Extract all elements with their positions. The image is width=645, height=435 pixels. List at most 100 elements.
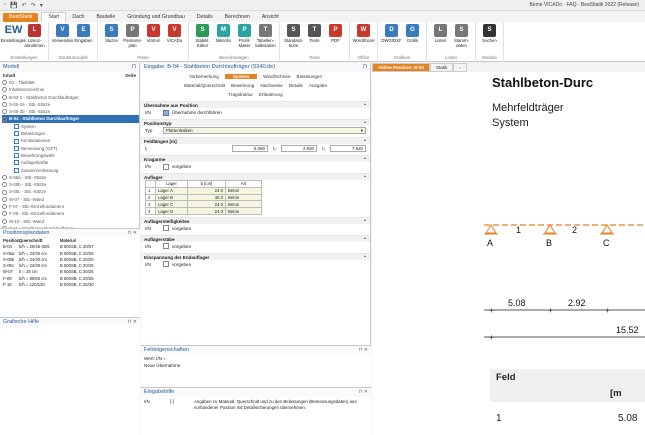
lager-cell[interactable]: 24.0 <box>187 186 226 195</box>
ribbon-button[interactable]: P PDF <box>325 24 346 44</box>
tree-item[interactable]: Auflagerkräfte <box>2 159 139 166</box>
l2-input[interactable]: 2.920 <box>281 145 317 152</box>
section-feldlaengen[interactable]: Feldlängen [m] ⌃ <box>141 137 370 144</box>
input-tab[interactable]: Tragstruktur <box>228 92 253 97</box>
close-icon[interactable]: ⊓ ✕ <box>128 230 137 237</box>
table-row[interactable]: 2 Lager B 40.0 Beton <box>145 193 262 202</box>
input-tab[interactable]: Nachweise <box>260 83 282 88</box>
steif-checkbox[interactable] <box>163 225 169 232</box>
tree-item[interactable]: S-05a - Stb.-Stütze <box>2 174 139 181</box>
lager-cell[interactable]: 24.0 <box>187 207 226 215</box>
ribbon-button[interactable]: EW Einstellungen <box>1 24 27 44</box>
tree-item[interactable]: Inhaltsverzeichnis <box>2 86 139 93</box>
redo-icon[interactable]: ↷ <box>31 2 36 9</box>
close-icon[interactable]: ⊓ ✕ <box>359 389 368 396</box>
tab-statik[interactable]: Statik <box>429 63 454 72</box>
uebernahme-checkbox[interactable] <box>163 109 169 116</box>
tree-item[interactable]: F-07 - Stb.-Einzelfundament <box>2 203 139 210</box>
tree-item[interactable]: B-04 - Stahlbeton Durchlaufträger <box>2 115 139 123</box>
ribbon-tab[interactable]: Berechnen <box>219 13 256 22</box>
section-kragarme[interactable]: Kragarme ⌃ <box>141 155 370 162</box>
tree-item[interactable]: W-07 - Stb.-Wand <box>2 196 139 203</box>
section-uebernahme[interactable]: Übernahme aus Position ⌃ <box>141 101 370 108</box>
section-einspannung[interactable]: Einspannung der Endauflager ⌃ <box>141 252 370 260</box>
ribbon-button[interactable]: P Profil-Maker <box>234 24 255 48</box>
lager-cell[interactable]: Lager B <box>155 193 188 202</box>
input-tab[interactable]: Ausgabe <box>309 83 327 88</box>
tree-item[interactable]: F-09 - Stb.-Einzelfundament <box>2 210 139 217</box>
ribbon-button[interactable]: T Tabellen-kalkulation <box>255 24 276 48</box>
ribbon-button[interactable]: V ViCADo <box>164 24 185 44</box>
ribbon-tab[interactable]: Details <box>191 13 219 22</box>
ribbon-tab[interactable]: Gründung und Grundbau <box>121 13 191 22</box>
kragarme-checkbox[interactable] <box>163 163 169 170</box>
table-row[interactable]: 1 Lager A 24.0 Beton <box>145 186 262 195</box>
tree-item[interactable]: S-05b - Stb.-Stütze <box>2 181 139 188</box>
collapse-icon[interactable]: ⌃ <box>363 157 367 162</box>
tree-item[interactable]: S-05-2a - Stb.-Stütze <box>2 101 139 108</box>
tree-item[interactable]: Kombinationen <box>2 137 139 144</box>
collapse-icon[interactable]: ⌃ <box>363 175 367 180</box>
tree-item[interactable]: Belastungen <box>2 130 139 137</box>
ribbon-button[interactable]: P Positions-plan <box>122 24 143 48</box>
customize-icon[interactable]: ▾ <box>40 2 43 9</box>
pin-icon[interactable]: ⊓ <box>132 64 136 71</box>
table-row[interactable]: 4 Lager D 24.0 Beton <box>145 207 262 215</box>
input-tab[interactable]: Details <box>289 83 303 88</box>
ribbon-button[interactable]: L Listen <box>430 24 451 44</box>
lager-cell[interactable]: Lager A <box>155 186 188 195</box>
ribbon-button[interactable]: S Stamm-daten <box>451 24 472 48</box>
ribbon-button[interactable]: S Suchen <box>479 24 500 44</box>
section-auflagerstaebe[interactable]: Auflagerstäbe ⌃ <box>141 234 370 242</box>
ribbon-tab[interactable]: BestStatik <box>3 13 39 22</box>
close-icon[interactable]: ⊓ ✕ <box>128 319 137 326</box>
lager-cell[interactable]: Beton <box>225 193 262 202</box>
l3-input[interactable]: 7.520 <box>330 145 366 152</box>
collapse-icon[interactable]: ⌃ <box>363 103 367 108</box>
input-tab[interactable]: Material/Querschnitt <box>184 83 225 88</box>
tree-item[interactable]: B-03-1 - Stahlbeton Durchlaufträger <box>2 94 139 101</box>
input-tab[interactable]: System <box>224 74 258 79</box>
tree-item[interactable]: S-05-2b - Stb.-Stütze <box>2 108 139 115</box>
collapse-icon[interactable]: ⌃ <box>363 219 367 224</box>
section-auflager[interactable]: Auflager ⌃ <box>141 173 370 180</box>
l1-input[interactable]: 5.080 <box>232 145 268 152</box>
ribbon-tab[interactable]: Bauteile <box>90 13 121 22</box>
collapse-icon[interactable]: ⌃ <box>363 237 367 242</box>
save-icon[interactable]: 💾 <box>10 2 17 9</box>
tree-item[interactable]: Bemessung (GZT) <box>2 145 139 152</box>
lager-cell[interactable]: 24.0 <box>187 200 226 209</box>
ribbon-button[interactable]: S Stabilit. Editor <box>192 24 213 48</box>
tree-item[interactable]: System <box>2 123 139 130</box>
pin-icon[interactable]: ⊓ <box>363 64 367 71</box>
typ-select[interactable]: Plattenbalken ▾ <box>163 127 366 134</box>
ribbon-tab[interactable]: Ansicht <box>256 13 285 22</box>
tree-item[interactable]: Zusammenfassung <box>2 167 139 174</box>
ribbon-button[interactable]: M Mikrofin <box>213 24 234 44</box>
undo-icon[interactable]: ↶ <box>22 2 27 9</box>
close-icon[interactable]: ⊓ ✕ <box>359 347 368 354</box>
input-tab[interactable]: Bewehrung <box>231 83 254 88</box>
ribbon-button[interactable]: E Eingaben <box>73 24 94 44</box>
ribbon-button[interactable]: D DWG/DXF <box>381 24 402 44</box>
tab-new[interactable]: ▫ <box>453 63 468 72</box>
table-row[interactable]: 3 Lager C 24.0 Beton <box>145 200 262 209</box>
einspannung-checkbox[interactable] <box>163 261 169 268</box>
ribbon-button[interactable]: V ViaXon <box>143 24 164 44</box>
section-auflagersteif[interactable]: Auflagersteifigkeiten ⌃ <box>141 216 370 224</box>
staebe-checkbox[interactable] <box>163 243 169 250</box>
new-file-icon[interactable]: ▫ <box>4 2 6 9</box>
tree-item[interactable]: S-05c - Stb.-Stütze <box>2 188 139 195</box>
ribbon-button[interactable]: V Verwenden <box>52 24 73 44</box>
lager-cell[interactable]: 40.0 <box>187 193 226 202</box>
lager-cell[interactable]: Lager C <box>155 200 188 209</box>
ribbon-tab[interactable]: Dach <box>66 13 90 22</box>
tree-item[interactable]: Bewehrungswahl <box>2 152 139 159</box>
collapse-icon[interactable]: ⌃ <box>363 255 367 260</box>
input-tab[interactable]: Wind/Schnee <box>263 74 290 79</box>
lager-cell[interactable]: Lager D <box>155 207 188 215</box>
input-tab[interactable]: Belastungen <box>297 74 323 79</box>
tab-active-position[interactable]: Aktive Position: B-04 <box>372 63 430 72</box>
input-tab[interactable]: Erläuterung <box>259 92 283 97</box>
ribbon-button[interactable]: S Skizze <box>101 24 122 44</box>
